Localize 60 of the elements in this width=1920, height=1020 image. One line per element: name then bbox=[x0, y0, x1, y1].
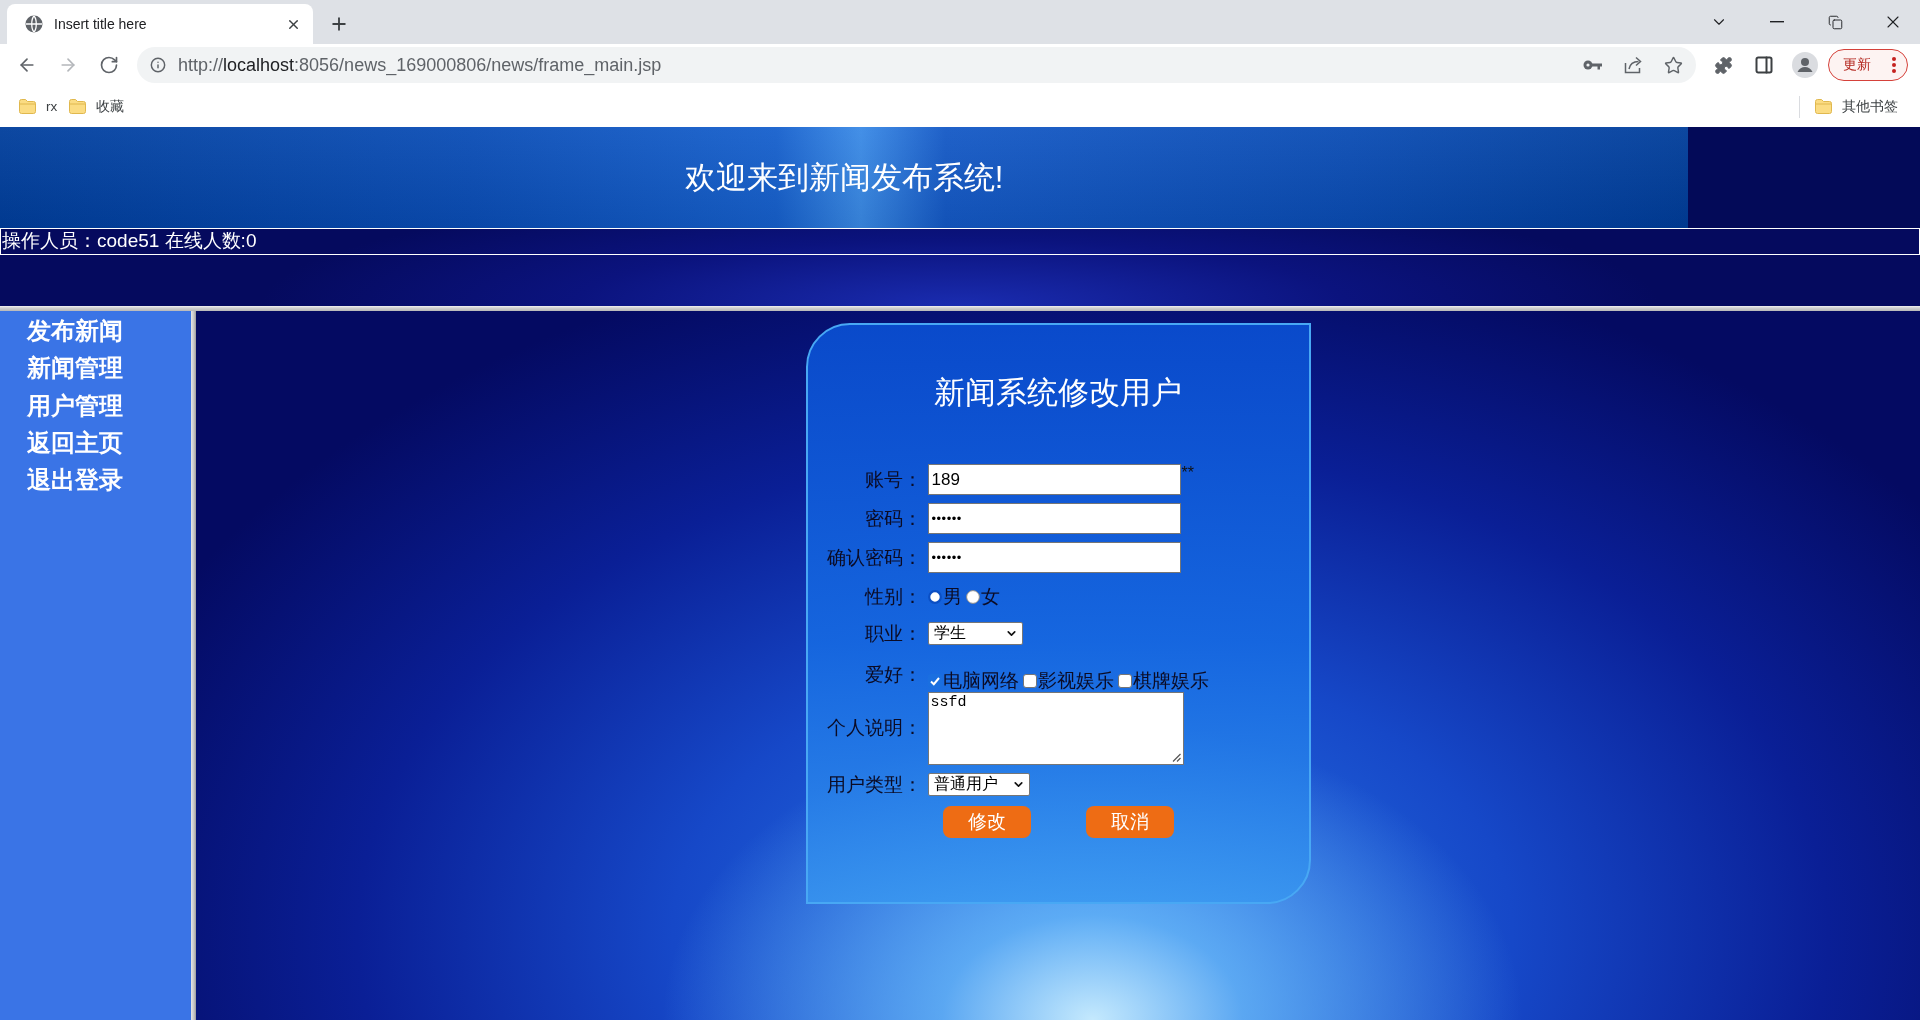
side-panel-icon bbox=[1754, 55, 1774, 75]
form-label: 密码： bbox=[863, 506, 922, 531]
plus-icon bbox=[329, 14, 349, 34]
share-icon bbox=[1623, 56, 1643, 74]
sidebar-link[interactable]: 退出登录 bbox=[27, 461, 123, 499]
key-icon bbox=[1583, 59, 1603, 71]
sidebar-link[interactable]: 新闻管理 bbox=[27, 349, 123, 387]
form-title: 新闻系统修改用户 bbox=[933, 374, 1183, 412]
bookmark-folder[interactable]: 收藏 bbox=[63, 93, 131, 120]
form-label: 爱好： bbox=[863, 663, 922, 687]
radio-label: 女 bbox=[980, 584, 1000, 609]
sidebar-link[interactable]: 用户管理 bbox=[27, 386, 123, 424]
checkbox[interactable] bbox=[1022, 674, 1037, 688]
resize-handle-icon bbox=[1171, 752, 1181, 762]
radio-label: 男 bbox=[942, 584, 962, 609]
checkbox[interactable] bbox=[1117, 674, 1132, 688]
form-label: 职业： bbox=[863, 621, 922, 646]
sidebar-link[interactable]: 发布新闻 bbox=[27, 312, 123, 350]
puzzle-icon bbox=[1713, 55, 1733, 75]
globe-icon bbox=[25, 15, 43, 33]
bookmark-folder[interactable]: rx bbox=[13, 95, 64, 118]
info-icon bbox=[150, 57, 166, 73]
browser-tab[interactable]: Insert title here bbox=[7, 4, 313, 44]
folder-icon bbox=[69, 99, 87, 114]
restore-icon bbox=[1827, 14, 1843, 30]
url-text: http://localhost:8056/news_169000806/news/frame_main.jsp bbox=[178, 54, 663, 76]
bookmark-label: 其他书签 bbox=[1842, 97, 1898, 116]
more-icon bbox=[1892, 57, 1896, 73]
textarea-field[interactable]: ssfd bbox=[927, 691, 1184, 765]
dropdown[interactable]: 普通用户 bbox=[927, 773, 1030, 796]
update-button[interactable]: 更新 bbox=[1828, 49, 1908, 81]
bookmark-label: 收藏 bbox=[96, 97, 125, 116]
password-input[interactable]: •••••• bbox=[927, 503, 1181, 534]
status-bar: 操作人员：code51 在线人数:0 bbox=[0, 228, 1920, 255]
radio-button[interactable] bbox=[965, 589, 980, 604]
form-label: 用户类型： bbox=[825, 772, 922, 797]
star-icon bbox=[1663, 55, 1683, 75]
reload-icon bbox=[99, 55, 119, 75]
radio-button[interactable] bbox=[927, 589, 942, 604]
password-input[interactable]: •••••• bbox=[927, 542, 1181, 573]
text-input[interactable]: 189 bbox=[927, 464, 1181, 495]
folder-icon bbox=[1815, 99, 1832, 114]
banner-title: 欢迎来到新闻发布系统! bbox=[684, 158, 1004, 197]
tab-title: Insert title here bbox=[54, 16, 148, 32]
form-label: 个人说明： bbox=[825, 716, 922, 740]
address-bar[interactable]: http://localhost:8056/news_169000806/news/frame_main.jsp bbox=[137, 47, 1696, 83]
sidebar-link[interactable]: 返回主页 bbox=[27, 423, 123, 462]
form-label: 账号： bbox=[863, 467, 922, 492]
bookmark-label: rx bbox=[46, 99, 58, 114]
folder-icon bbox=[19, 99, 36, 114]
dropdown[interactable]: 学生 bbox=[927, 622, 1023, 645]
profile-icon bbox=[1792, 52, 1818, 78]
minimize-icon bbox=[1770, 21, 1784, 23]
form-label: 性别： bbox=[863, 584, 922, 609]
required-mark: ** bbox=[1181, 465, 1194, 481]
checkbox-label: 影视娱乐 bbox=[1037, 669, 1114, 693]
bookmark-folder[interactable]: 其他书签 bbox=[1809, 93, 1904, 120]
form-label: 确认密码： bbox=[825, 545, 922, 570]
checkbox-label: 棋牌娱乐 bbox=[1132, 669, 1209, 693]
checkbox-label: 电脑网络 bbox=[942, 669, 1019, 693]
